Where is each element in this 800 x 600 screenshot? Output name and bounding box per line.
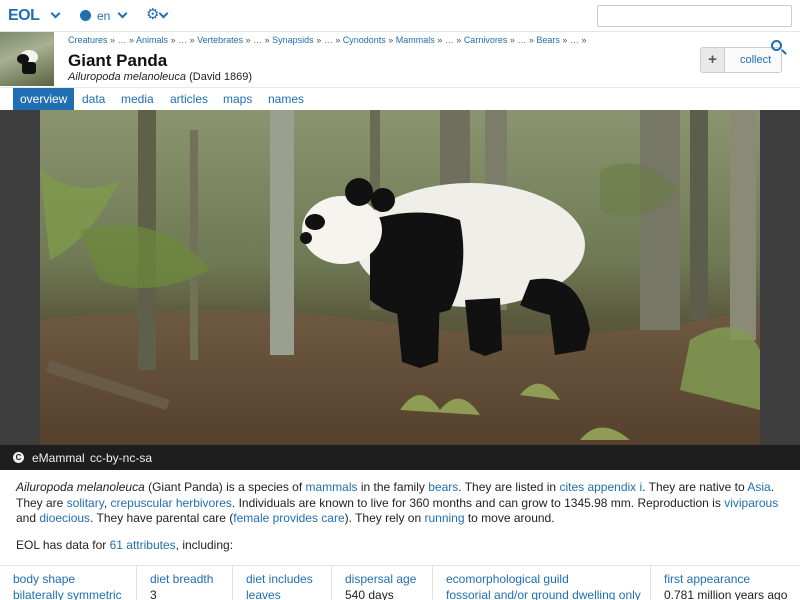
breadcrumb-separator: » xyxy=(434,35,445,45)
page-title: Giant Panda xyxy=(68,51,168,70)
breadcrumb-ellipsis: … xyxy=(444,35,454,45)
data-card-value[interactable]: bilaterally symmetric xyxy=(13,588,122,600)
species-description: Ailuropoda melanoleuca (Giant Panda) is … xyxy=(16,480,779,525)
data-card[interactable]: first appearance 0.781 million years ago xyxy=(651,566,800,600)
species-thumbnail[interactable] xyxy=(0,32,54,86)
link-female-care[interactable]: female provides care xyxy=(233,511,344,525)
gear-icon[interactable]: ⚙ xyxy=(146,7,159,22)
breadcrumb-separator: » xyxy=(559,35,570,45)
globe-icon[interactable] xyxy=(80,10,91,21)
data-card-key: body shape xyxy=(13,572,76,586)
data-cards: body shape bilaterally symmetric diet br… xyxy=(0,565,800,600)
breadcrumb-separator: » xyxy=(332,35,343,45)
tab-names[interactable]: names xyxy=(261,88,311,111)
link-cites[interactable]: cites appendix i xyxy=(559,480,642,494)
eol-logo[interactable]: EOL xyxy=(8,7,40,25)
breadcrumb-link[interactable]: Mammals xyxy=(396,35,435,45)
search-input[interactable] xyxy=(597,5,792,27)
copyright-icon: C xyxy=(13,452,24,463)
breadcrumb-separator: » xyxy=(526,35,537,45)
panda-photo xyxy=(40,110,760,445)
data-card-value[interactable]: fossorial and/or ground dwelling only xyxy=(446,588,641,600)
link-crepuscular[interactable]: crepuscular xyxy=(111,496,173,510)
tab-overview[interactable]: overview xyxy=(13,88,75,111)
breadcrumb-ellipsis: … xyxy=(253,35,263,45)
language-selector[interactable]: en xyxy=(97,9,110,23)
data-card[interactable]: diet includes leaves xyxy=(233,566,332,600)
data-card[interactable]: dispersal age 540 days xyxy=(332,566,433,600)
top-bar: EOL en ⚙ xyxy=(0,0,800,32)
data-card-key: dispersal age xyxy=(345,572,417,586)
link-dioecious[interactable]: dioecious xyxy=(39,511,90,525)
breadcrumb-separator: » xyxy=(313,35,324,45)
data-card-key: ecomorphological guild xyxy=(446,572,569,586)
breadcrumb-ellipsis: … xyxy=(569,35,579,45)
link-running[interactable]: running xyxy=(424,511,464,525)
image-source[interactable]: eMammal xyxy=(32,451,85,465)
data-card-value: 0.781 million years ago xyxy=(664,588,788,600)
link-attributes[interactable]: 61 attributes xyxy=(110,538,176,552)
data-card-value: 540 days xyxy=(345,588,394,600)
breadcrumb-separator: » xyxy=(453,35,464,45)
breadcrumb-separator: » xyxy=(385,35,396,45)
collect-button[interactable]: + collect xyxy=(700,47,782,73)
data-card[interactable]: body shape bilaterally symmetric xyxy=(0,566,137,600)
tab-articles[interactable]: articles xyxy=(163,88,215,111)
hero-image[interactable] xyxy=(0,110,800,470)
image-license[interactable]: cc-by-nc-sa xyxy=(90,451,152,465)
data-card-key: diet includes xyxy=(246,572,313,586)
breadcrumb-link[interactable]: Vertebrates xyxy=(197,35,243,45)
link-viviparous[interactable]: viviparous xyxy=(724,496,778,510)
chevron-down-icon[interactable] xyxy=(117,8,128,19)
breadcrumb: Creatures » … » Animals » … » Vertebrate… xyxy=(68,35,586,45)
breadcrumb-separator: » xyxy=(507,35,518,45)
breadcrumb-separator: » xyxy=(262,35,273,45)
data-card-key: diet breadth xyxy=(150,572,214,586)
chevron-down-icon[interactable] xyxy=(158,8,169,19)
link-mammals[interactable]: mammals xyxy=(306,480,358,494)
breadcrumb-ellipsis: … xyxy=(117,35,127,45)
breadcrumb-separator: » xyxy=(243,35,254,45)
breadcrumb-ellipsis: … xyxy=(178,35,188,45)
tab-data[interactable]: data xyxy=(75,88,112,111)
tab-media[interactable]: media xyxy=(114,88,161,111)
breadcrumb-separator: » xyxy=(107,35,118,45)
breadcrumb-link[interactable]: Creatures xyxy=(68,35,108,45)
link-herbivores[interactable]: herbivores xyxy=(176,496,232,510)
breadcrumb-separator: » xyxy=(126,35,137,45)
image-credit-bar: C eMammal cc-by-nc-sa xyxy=(0,445,800,470)
tab-bar: overview data media articles maps names xyxy=(0,87,800,111)
data-card-key: first appearance xyxy=(664,572,751,586)
breadcrumb-link[interactable]: Carnivores xyxy=(464,35,508,45)
tab-maps[interactable]: maps xyxy=(216,88,259,111)
link-asia[interactable]: Asia xyxy=(747,480,770,494)
collect-label: collect xyxy=(740,54,772,66)
breadcrumb-separator: » xyxy=(187,35,198,45)
breadcrumb-separator: » xyxy=(578,35,587,45)
data-card-value[interactable]: leaves xyxy=(246,588,281,600)
data-card[interactable]: ecomorphological guild fossorial and/or … xyxy=(433,566,651,600)
scientific-name: Ailuropoda melanoleuca (David 1869) xyxy=(68,71,253,83)
breadcrumb-link[interactable]: Bears xyxy=(536,35,560,45)
breadcrumb-link[interactable]: Synapsids xyxy=(272,35,314,45)
breadcrumb-ellipsis: … xyxy=(517,35,527,45)
data-card[interactable]: diet breadth 3 xyxy=(137,566,233,600)
link-solitary[interactable]: solitary xyxy=(67,496,104,510)
breadcrumb-ellipsis: … xyxy=(323,35,333,45)
data-card-value: 3 xyxy=(150,588,157,600)
attributes-summary: EOL has data for 61 attributes, includin… xyxy=(16,538,234,552)
breadcrumb-link[interactable]: Cynodonts xyxy=(343,35,386,45)
search-icon[interactable] xyxy=(771,40,782,51)
breadcrumb-separator: » xyxy=(168,35,179,45)
plus-icon: + xyxy=(701,48,725,72)
chevron-down-icon[interactable] xyxy=(50,8,61,19)
link-bears[interactable]: bears xyxy=(428,480,458,494)
breadcrumb-link[interactable]: Animals xyxy=(136,35,168,45)
